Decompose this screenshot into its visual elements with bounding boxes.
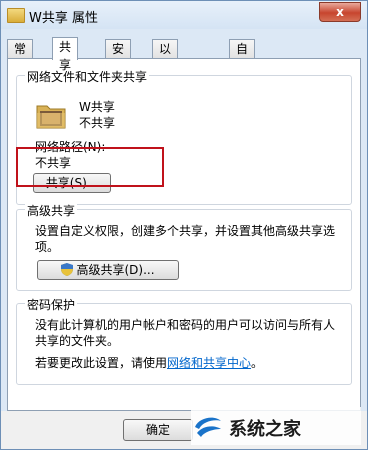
folder-icon [7,8,25,23]
tab-general[interactable]: 常规 [7,39,34,74]
window-title: W共享 属性 [29,11,98,26]
watermark: 系统之家 [191,407,361,445]
password-desc-3-prefix: 若要更改此设置，请使用 [35,356,168,370]
title-bar[interactable]: W共享 属性 x [1,1,367,29]
tab-previous-versions[interactable]: 以前的版本 [152,39,179,128]
tab-security[interactable]: 安全 [105,39,132,74]
properties-window: W共享 属性 x 常规 共享 安全 以前的版本 自定义 网络文件和文件夹共享 W… [0,0,368,450]
watermark-text: 系统之家 [229,419,301,440]
password-desc-2: 共享的文件夹。 [35,334,120,348]
close-button[interactable]: x [319,2,361,22]
password-desc-3: 若要更改此设置，请使用网络和共享中心。 [35,354,263,371]
network-sharing-title: 网络文件和文件夹共享 [25,68,150,85]
password-protection-group: 密码保护 没有此计算机的用户帐户和密码的用户可以访问与所有人 共享的文件夹。 若… [16,296,352,385]
tab-sharing[interactable]: 共享 [52,37,79,72]
highlight-box [16,147,164,187]
advanced-sharing-desc-2: 项。 [35,240,60,254]
uac-shield-icon [61,263,74,276]
folder-name: W共享 [79,100,115,114]
ok-button[interactable]: 确定 [123,419,193,441]
advanced-sharing-title: 高级共享 [25,202,78,219]
advanced-sharing-desc-1: 设置自定义权限，创建多个共享，并设置其他高级共享选 [35,224,336,238]
sharing-panel: 网络文件和文件夹共享 W共享 不共享 网络路径(N): 不共享 共享(S)...… [7,58,361,411]
advanced-sharing-button[interactable]: 高级共享(D)... [37,260,179,280]
watermark-logo-icon [195,417,221,437]
password-protection-title: 密码保护 [25,296,78,313]
shared-folder-icon [36,105,66,129]
network-sharing-center-link[interactable]: 网络和共享中心 [167,356,251,370]
tab-customize[interactable]: 自定义 [229,39,256,92]
advanced-sharing-button-label: 高级共享(D)... [76,263,155,277]
password-desc-1: 没有此计算机的用户帐户和密码的用户可以访问与所有人 [35,318,336,332]
advanced-sharing-group: 高级共享 设置自定义权限，创建多个共享，并设置其他高级共享选 项。 高级共享(D… [16,202,352,291]
folder-share-status: 不共享 [79,116,116,130]
password-desc-3-suffix: 。 [251,356,264,370]
